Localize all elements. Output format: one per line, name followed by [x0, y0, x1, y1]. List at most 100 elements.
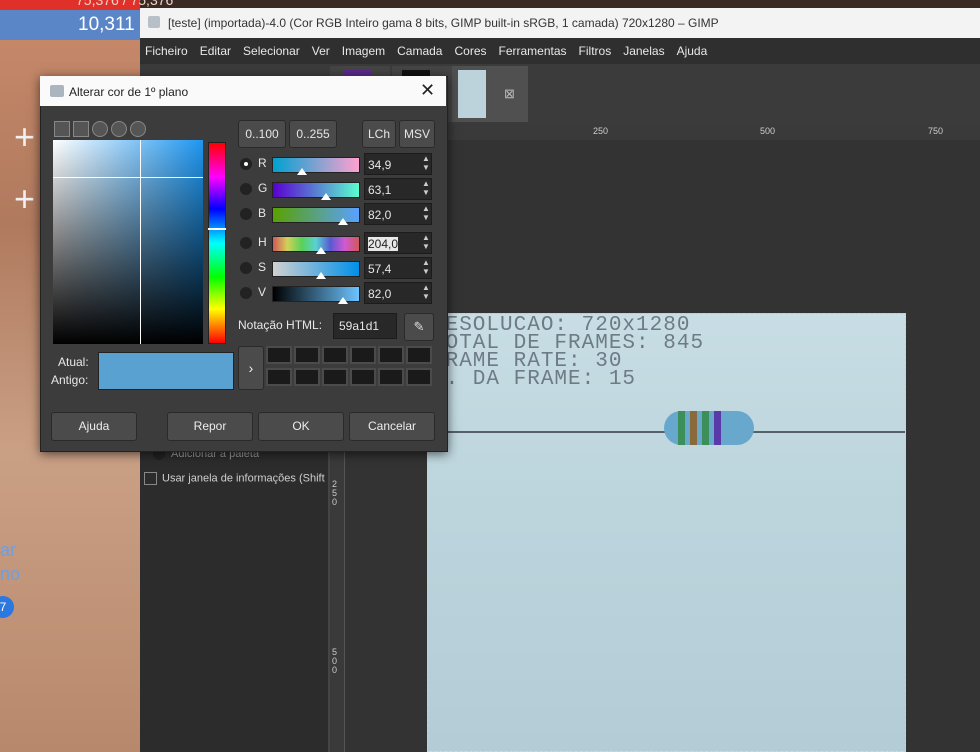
overlay-text: N. DA FRAME: 15 [432, 368, 637, 391]
ruler-tick: 500 [332, 647, 338, 675]
menu-janelas[interactable]: Janelas [617, 38, 670, 64]
image-thumbnail [458, 70, 486, 118]
close-icon[interactable]: ✕ [420, 81, 435, 99]
range-255-button[interactable]: 0..255 [289, 120, 337, 148]
dialog-title: Alterar cor de 1º plano [69, 85, 189, 99]
plus-icon: + [14, 178, 36, 219]
channel-radio[interactable] [240, 237, 252, 249]
cancel-button[interactable]: Cancelar [349, 412, 435, 441]
menu-selecionar[interactable]: Selecionar [237, 38, 306, 64]
spin-arrows-icon[interactable]: ▲ ▼ [422, 258, 430, 276]
sv-crosshair-horizontal [53, 177, 203, 178]
ok-button[interactable]: OK [258, 412, 344, 441]
channel-label: H [258, 235, 267, 249]
channel-radio[interactable] [240, 262, 252, 274]
history-swatch[interactable] [294, 346, 320, 364]
msv-button[interactable]: MSV [399, 120, 435, 148]
ruler-tick: 250 [593, 126, 609, 136]
ruler-tick: 500 [760, 126, 776, 136]
history-swatch[interactable] [406, 346, 432, 364]
slider-marker [321, 193, 332, 200]
history-swatch[interactable] [406, 368, 432, 386]
menu-ficheiro[interactable]: Ficheiro [140, 38, 194, 64]
help-button[interactable]: Ajuda [51, 412, 137, 441]
chevron-right-icon[interactable]: › [238, 346, 264, 390]
saturation-value-field[interactable] [53, 140, 203, 344]
html-notation-label: Notação HTML: [238, 318, 323, 332]
channel-radio[interactable] [240, 183, 252, 195]
history-swatch[interactable] [350, 368, 376, 386]
color-history [266, 346, 434, 388]
slider-marker [337, 297, 348, 304]
window-title: [teste] (importada)-4.0 (Cor RGB Inteiro… [168, 16, 719, 30]
history-swatch[interactable] [294, 368, 320, 386]
hue-strip[interactable] [208, 142, 226, 344]
menu-ferramentas[interactable]: Ferramentas [493, 38, 573, 64]
channel-radio[interactable] [240, 208, 252, 220]
lch-button[interactable]: LCh [362, 120, 396, 148]
channel-slider[interactable] [272, 182, 360, 198]
channel-radio[interactable] [240, 287, 252, 299]
triangle-selector-icon[interactable] [111, 121, 127, 137]
background-number-top: 75,376 / 75,376 [76, 0, 174, 8]
slider-marker [337, 218, 348, 225]
current-color-label: Atual: [58, 355, 89, 369]
color-selector-tabs [52, 121, 206, 139]
range-100-button[interactable]: 0..100 [238, 120, 286, 148]
menu-cores[interactable]: Cores [448, 38, 492, 64]
dialog-titlebar: Alterar cor de 1º plano [40, 76, 446, 106]
close-icon[interactable]: ⊠ [504, 86, 515, 102]
history-swatch[interactable] [378, 346, 404, 364]
eyedropper-icon[interactable]: ✎ [404, 313, 434, 341]
history-swatch[interactable] [266, 368, 292, 386]
spin-arrows-icon[interactable]: ▲ ▼ [422, 179, 430, 197]
menu-imagem[interactable]: Imagem [336, 38, 391, 64]
gimp-selector-icon[interactable] [54, 121, 70, 137]
background-number: 10,311 [78, 14, 135, 35]
menu-ver[interactable]: Ver [306, 38, 336, 64]
history-swatch[interactable] [322, 346, 348, 364]
channel-label: G [258, 181, 268, 195]
dialog-icon [50, 85, 64, 97]
slider-marker [315, 247, 326, 254]
slider-marker [316, 272, 327, 279]
menu-camada[interactable]: Camada [391, 38, 448, 64]
spin-arrows-icon[interactable]: ▲ ▼ [422, 233, 430, 251]
ruler-tick: 750 [928, 126, 944, 136]
channel-radio[interactable] [240, 158, 252, 170]
color-preview-swatch [98, 352, 234, 390]
html-notation-input[interactable]: 59a1d1 [333, 313, 397, 339]
spin-arrows-icon[interactable]: ▲ ▼ [422, 204, 430, 222]
menu-editar[interactable]: Editar [194, 38, 237, 64]
menu-ajuda[interactable]: Ajuda [671, 38, 714, 64]
menubar: Ficheiro Editar Selecionar Ver Imagem Camada C… [140, 38, 980, 64]
slider-marker [297, 168, 307, 175]
image-canvas[interactable]: RESOLUCAO: 720x1280 TOTAL DE FRAMES: 845… [427, 313, 906, 752]
channel-label: S [258, 260, 267, 274]
channel-label: R [258, 156, 267, 170]
background-text: ar [0, 540, 17, 560]
channel-slider[interactable] [272, 157, 360, 173]
plus-icon: + [14, 116, 36, 157]
option-label: Usar janela de informações (Shift [162, 472, 325, 485]
ruler-tick: 250 [332, 479, 338, 507]
old-color-label: Antigo: [51, 373, 89, 387]
window-titlebar: [teste] (importada)-4.0 (Cor RGB Inteiro… [140, 8, 980, 38]
reset-button[interactable]: Repor [167, 412, 253, 441]
hue-marker [208, 228, 226, 230]
menu-filtros[interactable]: Filtros [573, 38, 618, 64]
spin-arrows-icon[interactable]: ▲ ▼ [422, 283, 430, 301]
wheel-selector-icon[interactable] [92, 121, 108, 137]
history-swatch[interactable] [266, 346, 292, 364]
cmyk-selector-icon[interactable] [73, 121, 89, 137]
resistor [664, 411, 754, 445]
channel-value-text: 204,0 [368, 237, 399, 251]
history-swatch[interactable] [322, 368, 348, 386]
spin-arrows-icon[interactable]: ▲ ▼ [422, 154, 430, 172]
history-swatch[interactable] [350, 346, 376, 364]
watercolor-selector-icon[interactable] [130, 121, 146, 137]
history-swatch[interactable] [378, 368, 404, 386]
ruler-horizontal: 250 500 750 [448, 124, 980, 141]
checkbox-icon [144, 472, 157, 485]
use-info-window-checkbox[interactable]: Usar janela de informações (Shift [144, 472, 325, 485]
